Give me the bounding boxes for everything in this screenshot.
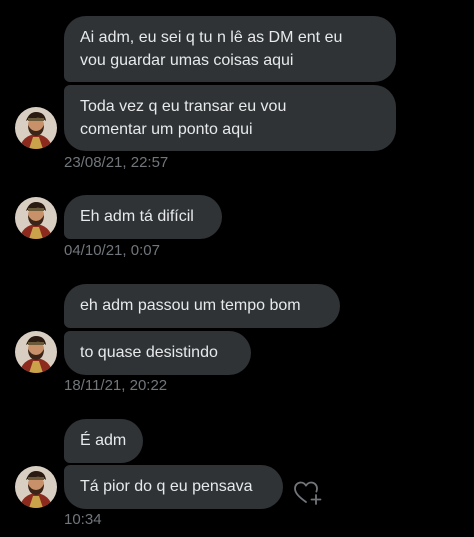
message-bubble[interactable]: Tá pior do q eu pensava	[64, 465, 283, 509]
user-avatar[interactable]	[15, 466, 57, 508]
message-text: É adm	[80, 432, 127, 449]
message-timestamp: 04/10/21, 0:07	[64, 242, 160, 259]
message-bubble[interactable]: Eh adm tá difícil	[64, 195, 222, 239]
message-bubble[interactable]: to quase desistindo	[64, 331, 251, 375]
heart-plus-icon[interactable]	[293, 480, 323, 506]
user-avatar[interactable]	[15, 331, 57, 373]
message-timestamp: 18/11/21, 20:22	[64, 377, 168, 394]
message-text: Ai adm, eu sei q tu n lê as DM ent eu vo…	[80, 29, 343, 69]
message-text: eh adm passou um tempo bom	[80, 297, 301, 314]
message-bubble[interactable]: É adm	[64, 419, 143, 463]
message-bubble[interactable]: eh adm passou um tempo bom	[64, 284, 340, 328]
message-text: Toda vez q eu transar eu vou comentar um…	[80, 98, 287, 138]
user-avatar[interactable]	[15, 107, 57, 149]
message-text: Eh adm tá difícil	[80, 208, 194, 225]
message-timestamp: 23/08/21, 22:57	[64, 154, 169, 171]
message-bubble[interactable]: Toda vez q eu transar eu vou comentar um…	[64, 85, 396, 151]
message-text: Tá pior do q eu pensava	[80, 478, 253, 495]
message-timestamp: 10:34	[64, 511, 102, 528]
user-avatar[interactable]	[15, 197, 57, 239]
message-text: to quase desistindo	[80, 344, 218, 361]
message-bubble[interactable]: Ai adm, eu sei q tu n lê as DM ent eu vo…	[64, 16, 396, 82]
